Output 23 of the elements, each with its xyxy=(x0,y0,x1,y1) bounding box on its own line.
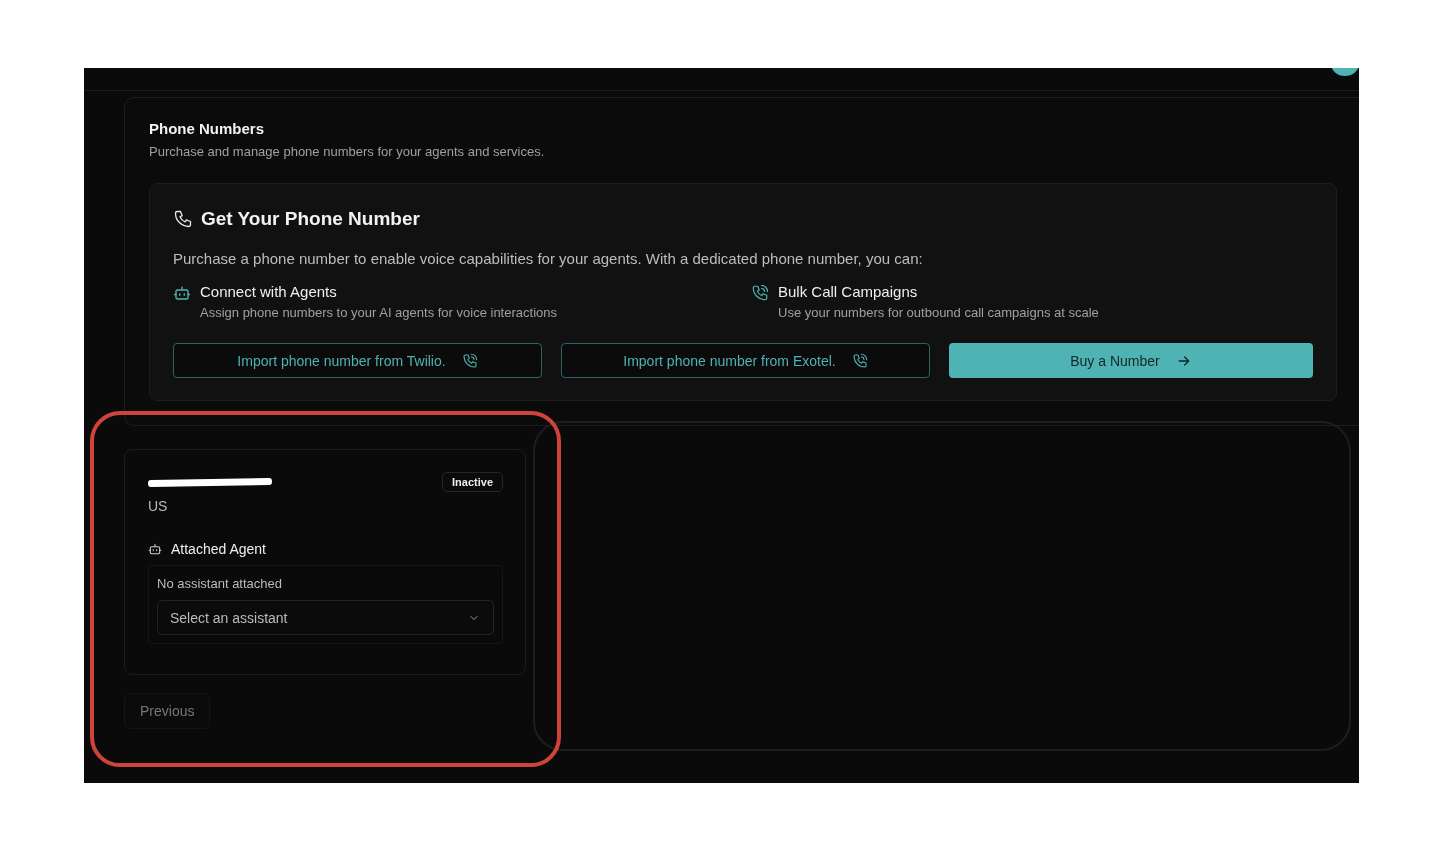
feature-title: Bulk Call Campaigns xyxy=(778,283,919,300)
phone-icon xyxy=(173,209,193,229)
robot-icon xyxy=(173,284,191,302)
section-subtitle: Purchase and manage phone numbers for your agents and services. xyxy=(149,144,546,159)
import-button[interactable]: Import phone number from Exotel. xyxy=(561,343,930,378)
phone-call-icon xyxy=(851,352,868,369)
status-badge: Inactive xyxy=(442,472,503,492)
country-code: US xyxy=(148,498,169,514)
section-label: Attached Agent xyxy=(171,541,266,557)
feature-title: Connect with Agents xyxy=(200,283,338,300)
phone-call-icon xyxy=(461,352,478,369)
import-button[interactable]: Import phone number from Twilio. xyxy=(173,343,542,378)
assistant-dropdown[interactable]: Select an assistant xyxy=(157,600,494,635)
feature-description: Assign phone numbers to your AI agents for voice interactions xyxy=(200,305,557,320)
agent-status-text: No assistant attached xyxy=(157,576,284,591)
card-title: Get Your Phone Number xyxy=(201,208,420,230)
robot-icon xyxy=(148,542,162,556)
phone-call-icon xyxy=(751,284,769,302)
previous-button[interactable]: Previous xyxy=(124,693,211,729)
card-description: Purchase a phone number to enable voice capabilities for your agents. With a dedicated phone number, you can: xyxy=(173,250,924,267)
buy-number-button[interactable]: Buy a Number xyxy=(949,343,1313,378)
feature-description: Use your numbers for outbound call campaigns at scale xyxy=(778,305,1099,320)
section-title: Phone Numbers xyxy=(149,120,266,137)
